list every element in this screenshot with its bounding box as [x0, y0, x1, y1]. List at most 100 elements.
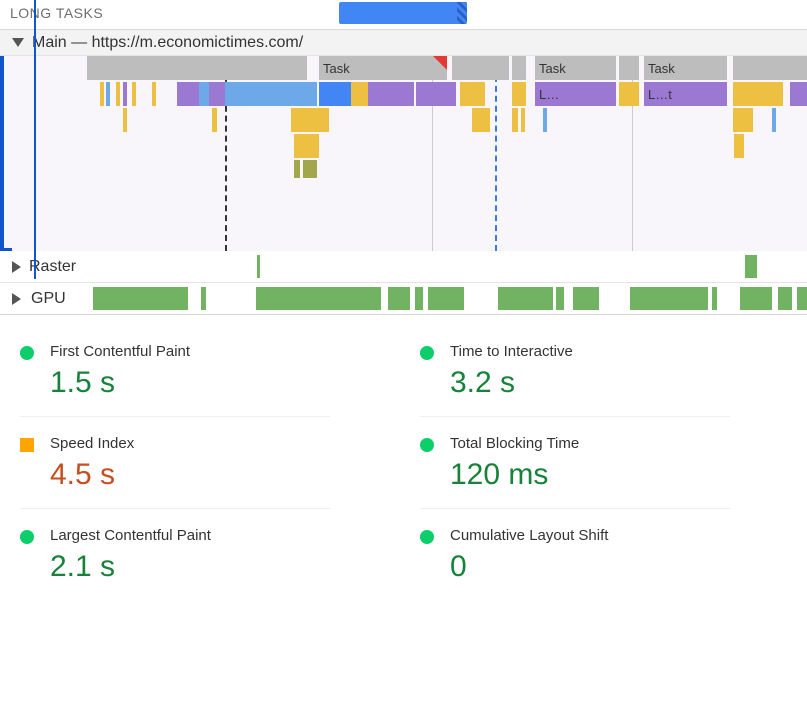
metric-label: Cumulative Layout Shift: [450, 527, 730, 544]
long-task-block[interactable]: [339, 2, 467, 24]
long-task-warning-icon: [433, 56, 447, 70]
flame-script[interactable]: [351, 82, 368, 106]
metric-value: 4.5 s: [50, 458, 330, 492]
flame-event[interactable]: [543, 108, 547, 132]
gpu-block[interactable]: [93, 287, 188, 310]
flame-layout[interactable]: [209, 82, 225, 106]
raster-blocks: [0, 255, 807, 278]
flame-script[interactable]: [152, 82, 156, 106]
selection-bracket: [0, 56, 12, 251]
status-dot-icon: [20, 346, 34, 360]
metric-value: 1.5 s: [50, 366, 330, 400]
flame-script[interactable]: [460, 82, 485, 106]
raster-block[interactable]: [745, 255, 757, 278]
flame-layout[interactable]: [416, 82, 456, 106]
long-tasks-label: LONG TASKS: [10, 5, 103, 21]
main-thread-header[interactable]: Main — https://m.economictimes.com/: [0, 30, 807, 56]
status-dot-icon: [420, 346, 434, 360]
flame-task[interactable]: Task: [535, 56, 616, 80]
flame-script[interactable]: [733, 108, 753, 132]
long-tasks-track[interactable]: LONG TASKS: [0, 0, 807, 30]
flame-layout[interactable]: [368, 82, 414, 106]
status-square-icon: [20, 438, 34, 452]
gpu-block[interactable]: [797, 287, 807, 310]
raster-track[interactable]: Raster: [0, 251, 807, 283]
flame-event[interactable]: [772, 108, 776, 132]
flame-script[interactable]: [116, 82, 120, 106]
metric-speed-index[interactable]: Speed Index 4.5 s: [20, 417, 330, 509]
metric-value: 120 ms: [450, 458, 730, 492]
flame-script[interactable]: [733, 82, 783, 106]
flame-layout[interactable]: [790, 82, 807, 106]
raster-block[interactable]: [257, 255, 260, 278]
gpu-block[interactable]: [630, 287, 708, 310]
status-dot-icon: [420, 438, 434, 452]
metric-value: 3.2 s: [450, 366, 730, 400]
metric-fcp[interactable]: First Contentful Paint 1.5 s: [20, 325, 330, 417]
flame-layout[interactable]: [123, 82, 127, 106]
main-thread-label: Main — https://m.economictimes.com/: [32, 34, 303, 52]
flame-layout[interactable]: [177, 82, 199, 106]
flame-script[interactable]: [291, 108, 329, 132]
flame-script[interactable]: [521, 108, 525, 132]
flame-event[interactable]: [225, 82, 317, 106]
flame-layout[interactable]: L…: [535, 82, 616, 106]
time-marker-blue: [495, 56, 497, 251]
gpu-block[interactable]: [740, 287, 772, 310]
metric-label: Largest Contentful Paint: [50, 527, 330, 544]
flame-chart[interactable]: Task Task Task L… L…t: [0, 56, 807, 251]
flame-task[interactable]: [452, 56, 509, 80]
gpu-track[interactable]: GPU: [0, 283, 807, 315]
gpu-block[interactable]: [201, 287, 206, 310]
metric-label: Total Blocking Time: [450, 435, 730, 452]
flame-task[interactable]: Task: [319, 56, 447, 80]
metric-tti[interactable]: Time to Interactive 3.2 s: [420, 325, 730, 417]
flame-script[interactable]: [472, 108, 490, 132]
flame-script[interactable]: [132, 82, 136, 106]
gpu-blocks: [0, 287, 807, 310]
flame-task[interactable]: Task: [644, 56, 727, 80]
gpu-block[interactable]: [498, 287, 553, 310]
flame-script[interactable]: [512, 108, 518, 132]
metric-value: 0: [450, 550, 730, 584]
flame-task[interactable]: [733, 56, 807, 80]
flame-script[interactable]: [100, 82, 104, 106]
metric-label: First Contentful Paint: [50, 343, 330, 360]
flame-script[interactable]: [512, 82, 526, 106]
flame-event[interactable]: [199, 82, 209, 106]
metrics-panel: First Contentful Paint 1.5 s Time to Int…: [0, 315, 807, 620]
flame-task[interactable]: [512, 56, 526, 80]
main-thread-track[interactable]: Main — https://m.economictimes.com/ Task…: [0, 30, 807, 251]
flame-event[interactable]: [106, 82, 110, 106]
gpu-block[interactable]: [388, 287, 410, 310]
flame-layout[interactable]: L…t: [644, 82, 727, 106]
gpu-block[interactable]: [428, 287, 464, 310]
flame-script[interactable]: [734, 134, 744, 158]
gpu-block[interactable]: [556, 287, 564, 310]
flame-script[interactable]: [294, 134, 319, 158]
metric-value: 2.1 s: [50, 550, 330, 584]
gpu-block[interactable]: [415, 287, 423, 310]
flame-event[interactable]: [319, 82, 351, 106]
gpu-block[interactable]: [573, 287, 599, 310]
flame-misc[interactable]: [294, 160, 300, 178]
metric-lcp[interactable]: Largest Contentful Paint 2.1 s: [20, 509, 330, 600]
metric-label: Time to Interactive: [450, 343, 730, 360]
flame-task[interactable]: [87, 56, 307, 80]
metric-label: Speed Index: [50, 435, 330, 452]
flame-script[interactable]: [619, 82, 639, 106]
flame-script[interactable]: [212, 108, 217, 132]
timeline-marker[interactable]: [34, 0, 36, 279]
flame-script[interactable]: [123, 108, 127, 132]
gpu-block[interactable]: [778, 287, 792, 310]
metric-tbt[interactable]: Total Blocking Time 120 ms: [420, 417, 730, 509]
metric-cls[interactable]: Cumulative Layout Shift 0: [420, 509, 730, 600]
status-dot-icon: [420, 530, 434, 544]
flame-misc[interactable]: [303, 160, 317, 178]
chevron-down-icon: [12, 38, 24, 47]
flame-task[interactable]: [619, 56, 639, 80]
status-dot-icon: [20, 530, 34, 544]
gpu-block[interactable]: [712, 287, 717, 310]
gpu-label: GPU: [29, 290, 68, 308]
gpu-block[interactable]: [256, 287, 381, 310]
